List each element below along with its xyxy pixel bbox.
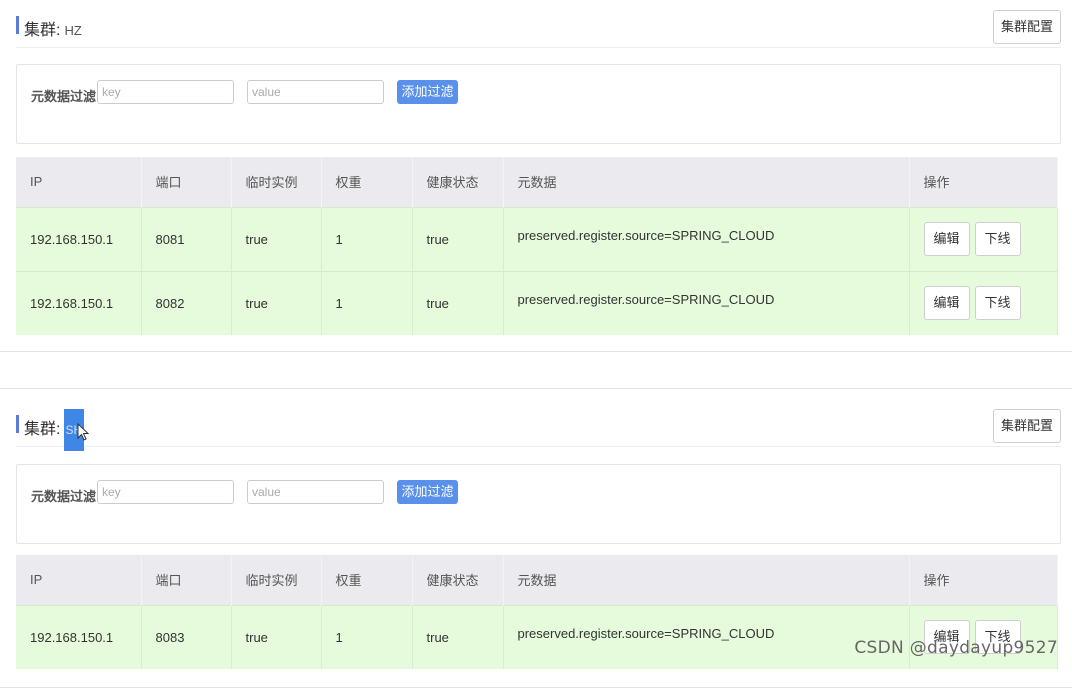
title-accent-bar: [16, 415, 19, 433]
add-filter-button[interactable]: 添加过滤: [397, 80, 458, 104]
column-header-port: 端口: [141, 555, 232, 605]
table-row: 192.168.150.1 8083 true 1 true preserved…: [16, 604, 1058, 669]
cell-ephemeral: true: [231, 270, 322, 335]
cell-weight: 1: [321, 604, 413, 669]
column-header-ip: IP: [16, 157, 142, 207]
filter-key-input[interactable]: [97, 80, 234, 104]
cell-ip: 192.168.150.1: [16, 604, 142, 669]
cell-health: true: [412, 206, 504, 271]
filter-key-input[interactable]: [97, 480, 234, 504]
cell-port: 8082: [141, 270, 232, 335]
column-header-health: 健康状态: [412, 555, 504, 605]
cell-weight: 1: [321, 206, 413, 271]
column-header-ip: IP: [16, 555, 142, 605]
column-header-actions: 操作: [909, 157, 1058, 207]
cell-metadata: preserved.register.source=SPRING_CLOUD: [503, 206, 910, 271]
filter-value-input[interactable]: [247, 80, 384, 104]
column-header-port: 端口: [141, 157, 232, 207]
column-header-metadata: 元数据: [503, 555, 910, 605]
column-header-metadata: 元数据: [503, 157, 910, 207]
cluster-title: 集群: HZ: [24, 22, 82, 39]
csdn-watermark: CSDN @daydayup9527: [854, 638, 1058, 658]
cell-port: 8081: [141, 206, 232, 271]
cluster-card-hz: 集群:HZ 集群配置 元数据过滤 添加过滤 IP 端口 临时实例 权重 健康状态…: [0, 0, 1072, 352]
cell-health: true: [412, 270, 504, 335]
offline-button[interactable]: 下线: [974, 286, 1021, 321]
edit-button[interactable]: 编辑: [923, 286, 970, 321]
column-header-ephemeral: 临时实例: [231, 555, 322, 605]
table-header-row: IP 端口 临时实例 权重 健康状态 元数据 操作: [16, 157, 1058, 207]
metadata-filter-panel: 元数据过滤 添加过滤: [16, 464, 1061, 544]
metadata-filter-panel: 元数据过滤 添加过滤: [16, 64, 1061, 144]
cluster-name: HZ: [64, 23, 82, 38]
metadata-filter-label: 元数据过滤: [31, 89, 97, 104]
cell-actions: 编辑 下线: [909, 206, 1058, 271]
cluster-header: 集群: HZ 集群配置: [16, 10, 1061, 48]
cell-actions: 编辑 下线: [909, 270, 1058, 335]
table-header-row: IP 端口 临时实例 权重 健康状态 元数据 操作: [16, 555, 1058, 605]
column-header-health: 健康状态: [412, 157, 504, 207]
table-row: 192.168.150.1 8082 true 1 true preserved…: [16, 270, 1058, 335]
mouse-cursor-icon: [77, 423, 89, 441]
filter-value-input[interactable]: [247, 480, 384, 504]
column-header-weight: 权重: [321, 555, 413, 605]
cluster-config-button[interactable]: 集群配置: [993, 409, 1061, 443]
add-filter-button[interactable]: 添加过滤: [397, 480, 458, 504]
edit-button[interactable]: 编辑: [923, 222, 970, 256]
cell-ip: 192.168.150.1: [16, 206, 142, 271]
offline-button[interactable]: 下线: [974, 222, 1021, 256]
title-accent-bar: [16, 16, 19, 34]
cell-weight: 1: [321, 270, 413, 335]
instance-table: IP 端口 临时实例 权重 健康状态 元数据 操作 192.168.150.1 …: [16, 157, 1058, 335]
column-header-actions: 操作: [909, 555, 1058, 605]
cell-port: 8083: [141, 604, 232, 669]
column-header-weight: 权重: [321, 157, 413, 207]
cell-ephemeral: true: [231, 604, 322, 669]
cell-health: true: [412, 604, 504, 669]
metadata-filter-label: 元数据过滤: [31, 489, 97, 504]
table-row: 192.168.150.1 8081 true 1 true preserved…: [16, 206, 1058, 271]
cell-metadata: preserved.register.source=SPRING_CLOUD: [503, 270, 910, 335]
cluster-title: 集群: SH: [24, 409, 85, 451]
cell-ip: 192.168.150.1: [16, 270, 142, 335]
column-header-ephemeral: 临时实例: [231, 157, 322, 207]
cluster-config-button[interactable]: 集群配置: [993, 10, 1061, 44]
cell-actions: 编辑 下线: [909, 604, 1058, 669]
cluster-header: 集群: SH 集群配置: [16, 409, 1061, 451]
cell-metadata: preserved.register.source=SPRING_CLOUD: [503, 604, 910, 669]
cell-ephemeral: true: [231, 206, 322, 271]
